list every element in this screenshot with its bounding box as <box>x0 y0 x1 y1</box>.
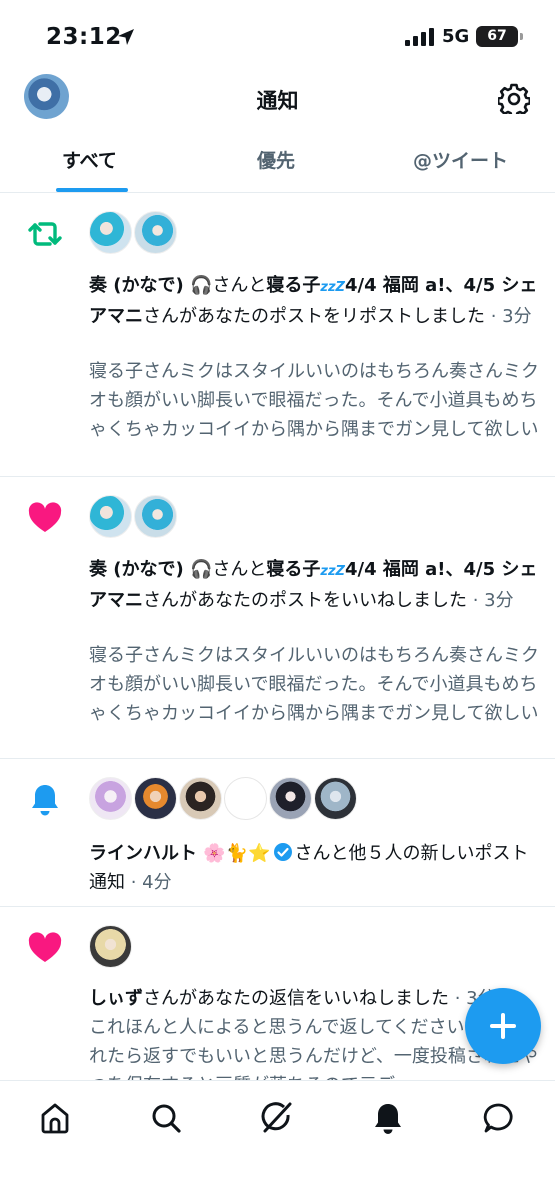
verified-badge-icon <box>273 843 292 861</box>
avatar[interactable] <box>224 777 267 820</box>
avatar[interactable] <box>134 495 177 538</box>
cellular-signal-icon <box>405 28 434 46</box>
zzz-emoji: zzZ <box>320 280 345 295</box>
avatar[interactable] <box>134 777 177 820</box>
tab-all[interactable]: すべて <box>62 146 117 173</box>
heart-icon <box>28 932 62 962</box>
notification-item[interactable]: ラインハルト 🌸🐈⭐ さんと他５人の新しいポスト通知 · 4分 <box>0 759 555 907</box>
page-title: 通知 <box>256 89 299 113</box>
notification-item[interactable]: 奏 (かなで) 🎧さんと寝る子zzZ4/4 福岡 a!、4/5 シェアマニさんが… <box>0 477 555 759</box>
avatar[interactable] <box>134 211 177 254</box>
notification-text: 奏 (かなで) 🎧さんと寝る子zzZ4/4 福岡 a!、4/5 シェアマニさんが… <box>89 275 538 327</box>
compose-button[interactable] <box>465 988 541 1064</box>
user-name[interactable]: 奏 (かなで) 🎧 <box>89 559 212 580</box>
notification-item[interactable]: 奏 (かなで) 🎧さんと寝る子zzZ4/4 福岡 a!、4/5 シェアマニさんが… <box>0 193 555 477</box>
notification-text: ラインハルト 🌸🐈⭐ さんと他５人の新しいポスト通知 · 4分 <box>89 843 529 893</box>
active-tab-indicator <box>56 188 128 192</box>
notification-item[interactable]: しぃずさんがあなたの返信をいいねしました · 3分 これほんと人によると思うんで… <box>0 907 555 1080</box>
status-bar: 23:12 5G 67 <box>0 0 555 70</box>
avatar-group <box>89 495 177 538</box>
avatar[interactable] <box>89 211 132 254</box>
network-type: 5G <box>442 26 470 47</box>
avatar-group <box>89 925 132 968</box>
avatar[interactable] <box>269 777 312 820</box>
user-name[interactable]: 奏 (かなで) 🎧 <box>89 275 212 296</box>
avatar[interactable] <box>89 777 132 820</box>
messages-icon[interactable] <box>482 1101 516 1135</box>
notification-tabs: すべて 優先 @ツイート <box>0 138 555 193</box>
gear-icon[interactable] <box>498 82 530 114</box>
search-icon[interactable] <box>149 1101 183 1135</box>
avatar[interactable] <box>314 777 357 820</box>
post-preview: 寝る子さんミクはスタイルいいのはもちろん奏さんミクオも顔がいい脚長いで眼福だった… <box>89 645 539 724</box>
timestamp: · 3分 <box>467 590 514 611</box>
battery-level: 67 <box>487 28 507 44</box>
avatar[interactable] <box>89 925 132 968</box>
home-icon[interactable] <box>38 1101 72 1135</box>
repost-icon <box>28 222 62 246</box>
avatar-group <box>89 777 357 820</box>
notification-text: 奏 (かなで) 🎧さんと寝る子zzZ4/4 福岡 a!、4/5 シェアマニさんが… <box>89 559 538 611</box>
tab-priority[interactable]: 優先 <box>257 146 295 173</box>
user-name[interactable]: しぃず <box>89 988 143 1009</box>
avatar-group <box>89 211 177 254</box>
avatar[interactable] <box>179 777 222 820</box>
timestamp: · 4分 <box>125 872 172 893</box>
battery-indicator: 67 <box>476 26 523 47</box>
timestamp: · 3分 <box>485 306 532 327</box>
location-arrow-icon <box>118 29 134 45</box>
zzz-emoji: zzZ <box>320 564 345 579</box>
user-name[interactable]: ラインハルト 🌸🐈⭐ <box>89 843 271 864</box>
top-header: 通知 <box>0 70 555 126</box>
post-preview: 寝る子さんミクはスタイルいいのはもちろん奏さんミクオも顔がいい脚長いで眼福だった… <box>89 361 539 440</box>
heart-icon <box>28 502 62 532</box>
tab-mentions[interactable]: @ツイート <box>413 146 508 173</box>
bottom-navigation <box>0 1080 555 1200</box>
bell-icon <box>32 785 58 816</box>
grok-icon[interactable] <box>260 1101 294 1135</box>
status-time: 23:12 <box>46 24 122 50</box>
bell-icon[interactable] <box>371 1101 405 1135</box>
avatar[interactable] <box>89 495 132 538</box>
